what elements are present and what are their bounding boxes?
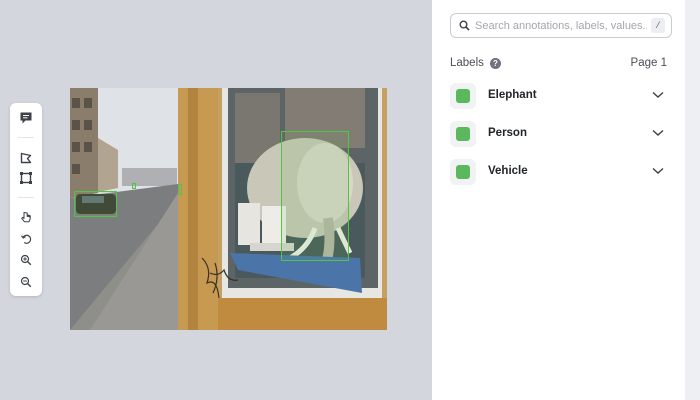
pan-tool[interactable] (16, 208, 36, 226)
polygon-tool[interactable] (16, 149, 36, 167)
label-color-swatch[interactable] (450, 121, 476, 147)
rectangle-tool-icon (20, 172, 32, 184)
label-item-person[interactable]: Person (450, 121, 672, 147)
page-indicator: Page 1 (630, 57, 667, 69)
undo-button[interactable] (16, 230, 36, 248)
labels-header: Labels ? (450, 57, 501, 69)
label-name: Person (488, 127, 527, 139)
zoom-in-icon (20, 254, 32, 266)
chevron-down-icon[interactable] (652, 129, 664, 137)
label-item-elephant[interactable]: Elephant (450, 83, 672, 109)
elephant-bounding-box[interactable] (281, 131, 349, 261)
comment-icon (20, 112, 32, 124)
annotated-image[interactable] (70, 88, 387, 330)
labels-title: Labels (450, 57, 484, 69)
zoom-out-icon (20, 276, 32, 288)
label-color-swatch[interactable] (450, 159, 476, 185)
label-item-vehicle[interactable]: Vehicle (450, 159, 672, 185)
search-icon (459, 20, 470, 31)
comment-tool[interactable] (16, 109, 36, 127)
annotation-canvas[interactable] (0, 0, 432, 400)
tool-palette (10, 103, 42, 296)
label-name: Elephant (488, 89, 537, 101)
polygon-tool-icon (20, 152, 32, 164)
vehicle-bounding-box[interactable] (74, 191, 117, 217)
undo-icon (21, 234, 32, 244)
rectangle-tool[interactable] (16, 169, 36, 187)
person-bounding-box[interactable] (178, 184, 182, 195)
help-icon[interactable]: ? (489, 57, 501, 69)
search-input[interactable] (475, 17, 647, 35)
search-shortcut-key: / (651, 18, 665, 33)
chevron-down-icon[interactable] (652, 167, 664, 175)
pointer-icon (21, 212, 31, 223)
search-box[interactable]: / (450, 13, 672, 38)
vehicle-bounding-box-small[interactable] (132, 183, 136, 189)
zoom-in-button[interactable] (16, 251, 36, 269)
zoom-out-button[interactable] (16, 273, 36, 291)
label-name: Vehicle (488, 165, 528, 177)
panel-scrollbar[interactable] (685, 0, 700, 400)
chevron-down-icon[interactable] (652, 91, 664, 99)
label-color-swatch[interactable] (450, 83, 476, 109)
